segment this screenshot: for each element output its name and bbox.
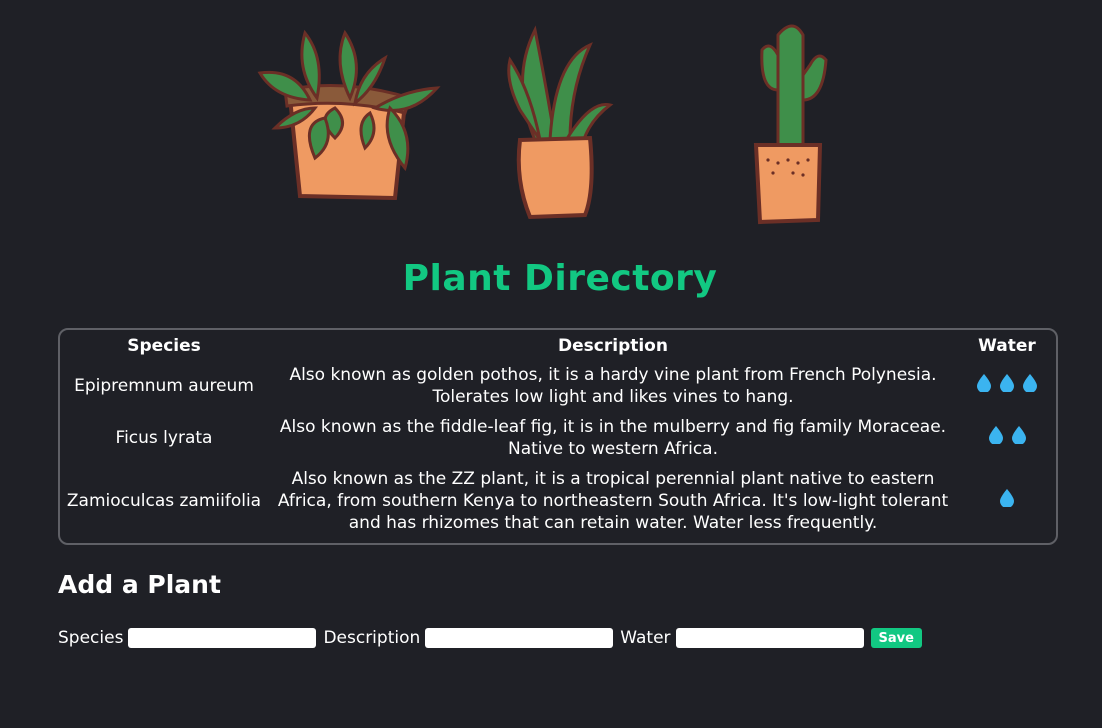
water-drop-icon xyxy=(1000,374,1014,392)
description-cell: Also known as the fiddle-leaf fig, it is… xyxy=(279,417,947,459)
water-drop-icon xyxy=(977,374,991,392)
species-cell: Zamioculcas zamiifolia xyxy=(66,491,262,511)
species-cell: Epipremnum aureum xyxy=(74,376,254,396)
table-row: Epipremnum aureum Also known as golden p… xyxy=(60,360,1056,412)
water-drop-icon xyxy=(1023,374,1037,392)
cactus-illustration xyxy=(753,24,828,225)
table-header-row: Species Description Water xyxy=(60,334,1056,360)
table-row: Zamioculcas zamiifolia Also known as the… xyxy=(60,464,1056,538)
water-drop-icon xyxy=(988,426,1003,444)
water-cell xyxy=(958,412,1056,464)
water-label: Water xyxy=(620,628,671,648)
water-drops xyxy=(988,426,1026,444)
water-input[interactable] xyxy=(675,628,864,648)
description-input[interactable] xyxy=(425,628,614,648)
add-plant-form: Species Description Water Save xyxy=(58,626,922,650)
species-input[interactable] xyxy=(128,628,317,648)
pothos-plant-illustration xyxy=(257,29,441,201)
water-drops xyxy=(1000,489,1014,507)
species-label: Species xyxy=(58,628,124,648)
water-cell xyxy=(958,464,1056,538)
plant-table-container: Species Description Water Epipremnum aur… xyxy=(58,328,1058,545)
save-button[interactable]: Save xyxy=(870,628,922,648)
header-water: Water xyxy=(978,336,1036,356)
add-plant-heading: Add a Plant xyxy=(58,570,221,599)
header-species: Species xyxy=(127,336,201,356)
hero-illustration xyxy=(0,0,1102,240)
water-drops xyxy=(977,374,1037,392)
page-title: Plant Directory xyxy=(402,258,718,299)
snake-plant-illustration xyxy=(507,25,614,220)
table-row: Ficus lyrata Also known as the fiddle-le… xyxy=(60,412,1056,464)
header-description: Description xyxy=(558,336,668,356)
species-cell: Ficus lyrata xyxy=(115,428,213,448)
description-cell: Also known as the ZZ plant, it is a trop… xyxy=(277,469,949,533)
description-label: Description xyxy=(323,628,421,648)
water-drop-icon xyxy=(1000,489,1014,507)
plant-table: Species Description Water Epipremnum aur… xyxy=(60,334,1056,538)
water-cell xyxy=(958,360,1056,412)
water-drop-icon xyxy=(1011,426,1026,444)
description-cell: Also known as golden pothos, it is a har… xyxy=(289,365,937,407)
